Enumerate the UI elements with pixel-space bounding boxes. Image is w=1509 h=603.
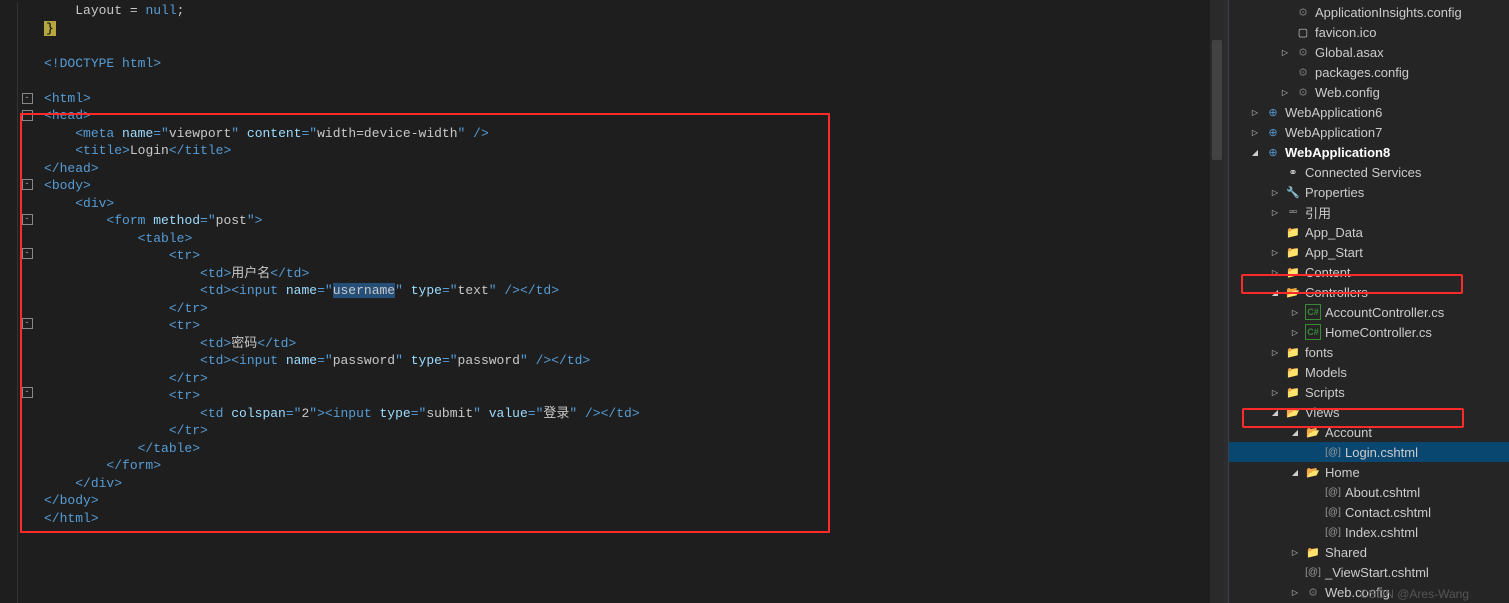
- config-file-icon: ⚙: [1295, 64, 1311, 80]
- editor-content[interactable]: Layout = null; } <!DOCTYPE html> <html> …: [36, 2, 1224, 603]
- tree-item[interactable]: ▷▫▫引用: [1229, 202, 1509, 222]
- tree-item[interactable]: ▷C#HomeController.cs: [1229, 322, 1509, 342]
- folder-icon: 📁: [1285, 384, 1301, 400]
- solution-explorer[interactable]: ⚙ApplicationInsights.config ▢favicon.ico…: [1229, 0, 1509, 603]
- collapse-arrow-icon[interactable]: ◢: [1269, 286, 1281, 298]
- expand-arrow-icon[interactable]: ▷: [1269, 386, 1281, 398]
- expand-arrow-icon[interactable]: ▷: [1249, 106, 1261, 118]
- tree-item[interactable]: ⚙ApplicationInsights.config: [1229, 2, 1509, 22]
- watermark: CSDN @Ares-Wang: [1360, 587, 1469, 601]
- tree-item[interactable]: ◢📂Home: [1229, 462, 1509, 482]
- references-icon: ▫▫: [1285, 204, 1301, 220]
- connected-services-icon: ⚭: [1285, 164, 1301, 180]
- scrollbar-thumb[interactable]: [1212, 40, 1222, 160]
- folder-icon: 📁: [1285, 364, 1301, 380]
- tree-item[interactable]: ◢📂Account: [1229, 422, 1509, 442]
- config-file-icon: ⚙: [1295, 44, 1311, 60]
- tree-item[interactable]: [@]About.cshtml: [1229, 482, 1509, 502]
- fold-icon[interactable]: -: [22, 179, 33, 190]
- folder-icon: 📁: [1285, 244, 1301, 260]
- folder-icon: 📁: [1285, 264, 1301, 280]
- fold-icon[interactable]: -: [22, 110, 33, 121]
- fold-icon[interactable]: -: [22, 248, 33, 259]
- fold-icon[interactable]: -: [22, 214, 33, 225]
- tree-item[interactable]: ◢📂Views: [1229, 402, 1509, 422]
- tree-item[interactable]: ▷⊕WebApplication7: [1229, 122, 1509, 142]
- tree-item[interactable]: ⚭Connected Services: [1229, 162, 1509, 182]
- expand-arrow-icon[interactable]: ▷: [1289, 586, 1301, 598]
- tree-item[interactable]: ◢📂Controllers: [1229, 282, 1509, 302]
- tree-item-login-cshtml[interactable]: [@]Login.cshtml: [1229, 442, 1509, 462]
- razor-close-brace: }: [44, 21, 56, 36]
- expand-arrow-icon[interactable]: ▷: [1269, 246, 1281, 258]
- collapse-arrow-icon[interactable]: ◢: [1289, 426, 1301, 438]
- expand-arrow-icon[interactable]: ▷: [1249, 126, 1261, 138]
- expand-arrow-icon[interactable]: ▷: [1279, 46, 1291, 58]
- folder-open-icon: 📂: [1305, 464, 1321, 480]
- collapse-arrow-icon[interactable]: ◢: [1289, 466, 1301, 478]
- config-file-icon: ⚙: [1295, 84, 1311, 100]
- cshtml-file-icon: [@]: [1325, 504, 1341, 520]
- wrench-icon: 🔧: [1285, 184, 1301, 200]
- code-editor[interactable]: - - - - - - - Layout = null; } <!DOCTYPE…: [0, 0, 1224, 603]
- expand-arrow-icon[interactable]: ▷: [1289, 306, 1301, 318]
- tree-item[interactable]: ▢favicon.ico: [1229, 22, 1509, 42]
- expand-arrow-icon[interactable]: ▷: [1269, 206, 1281, 218]
- config-file-icon: ⚙: [1295, 4, 1311, 20]
- tree-item[interactable]: 📁Models: [1229, 362, 1509, 382]
- tree-item[interactable]: ◢⊕WebApplication8: [1229, 142, 1509, 162]
- tree-item[interactable]: ▷📁Scripts: [1229, 382, 1509, 402]
- tree-item[interactable]: [@]Index.cshtml: [1229, 522, 1509, 542]
- folder-icon: 📁: [1285, 344, 1301, 360]
- tree-item[interactable]: ▷📁fonts: [1229, 342, 1509, 362]
- collapse-arrow-icon[interactable]: ◢: [1269, 406, 1281, 418]
- folder-open-icon: 📂: [1285, 284, 1301, 300]
- tree-item[interactable]: ▷⚙Global.asax: [1229, 42, 1509, 62]
- project-icon: ⊕: [1265, 104, 1281, 120]
- folder-icon: 📁: [1285, 224, 1301, 240]
- folder-open-icon: 📂: [1305, 424, 1321, 440]
- fold-icon[interactable]: -: [22, 93, 33, 104]
- tree-item[interactable]: ▷🔧Properties: [1229, 182, 1509, 202]
- expand-arrow-icon[interactable]: ▷: [1269, 266, 1281, 278]
- config-file-icon: ⚙: [1305, 584, 1321, 600]
- fold-icon[interactable]: -: [22, 387, 33, 398]
- tree-item[interactable]: ▷📁App_Start: [1229, 242, 1509, 262]
- csharp-file-icon: C#: [1305, 324, 1321, 340]
- fold-icon[interactable]: -: [22, 318, 33, 329]
- project-icon: ⊕: [1265, 124, 1281, 140]
- fold-margin: - - - - - - -: [18, 2, 36, 603]
- editor-scrollbar[interactable]: [1210, 0, 1224, 603]
- csharp-file-icon: C#: [1305, 304, 1321, 320]
- tree-item[interactable]: ▷📁Content: [1229, 262, 1509, 282]
- cshtml-file-icon: [@]: [1325, 444, 1341, 460]
- expand-arrow-icon[interactable]: ▷: [1269, 346, 1281, 358]
- expand-arrow-icon[interactable]: ▷: [1269, 186, 1281, 198]
- tree-item-account-controller[interactable]: ▷C#AccountController.cs: [1229, 302, 1509, 322]
- file-icon: ▢: [1295, 24, 1311, 40]
- cshtml-file-icon: [@]: [1325, 484, 1341, 500]
- tree-item[interactable]: [@]Contact.cshtml: [1229, 502, 1509, 522]
- editor-gutter: [0, 2, 18, 603]
- tree-item[interactable]: ▷⊕WebApplication6: [1229, 102, 1509, 122]
- cshtml-file-icon: [@]: [1305, 564, 1321, 580]
- expand-arrow-icon[interactable]: ▷: [1279, 86, 1291, 98]
- cshtml-file-icon: [@]: [1325, 524, 1341, 540]
- tree-item[interactable]: ▷⚙Web.config: [1229, 82, 1509, 102]
- tree-item[interactable]: [@]_ViewStart.cshtml: [1229, 562, 1509, 582]
- tree-item[interactable]: 📁App_Data: [1229, 222, 1509, 242]
- collapse-arrow-icon[interactable]: ◢: [1249, 146, 1261, 158]
- tree-item[interactable]: ⚙packages.config: [1229, 62, 1509, 82]
- folder-icon: 📁: [1305, 544, 1321, 560]
- tree-item[interactable]: ▷📁Shared: [1229, 542, 1509, 562]
- expand-arrow-icon[interactable]: ▷: [1289, 546, 1301, 558]
- project-icon: ⊕: [1265, 144, 1281, 160]
- folder-open-icon: 📂: [1285, 404, 1301, 420]
- expand-arrow-icon[interactable]: ▷: [1289, 326, 1301, 338]
